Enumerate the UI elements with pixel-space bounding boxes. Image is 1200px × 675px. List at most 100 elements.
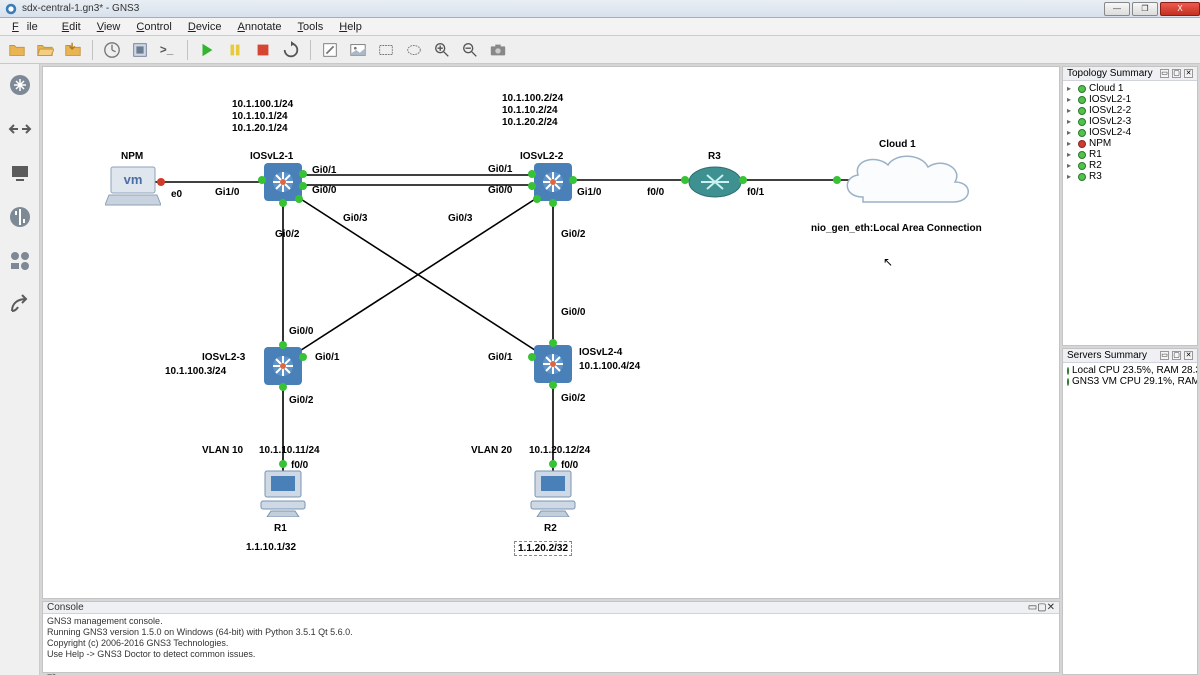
cloud-sublabel: nio_gen_eth:Local Area Connection — [811, 223, 982, 234]
cloud-port-dot — [833, 176, 841, 184]
end-devices-category-button[interactable] — [5, 158, 35, 188]
console-output[interactable]: GNS3 management console. Running GNS3 ve… — [43, 614, 1059, 675]
toolbar: >_ — [0, 36, 1200, 64]
sw4-port-gi01: Gi0/1 — [488, 352, 512, 363]
r2-ip-selected[interactable]: 1.1.20.2/32 — [514, 541, 572, 556]
sw2-gi00-dot — [528, 182, 536, 190]
all-devices-button[interactable] — [5, 246, 35, 276]
menu-control[interactable]: Control — [128, 21, 179, 33]
r2-sub-ip: 10.1.20.12/24 — [529, 445, 590, 456]
sw2-port-gi00: Gi0/0 — [488, 185, 512, 196]
sw1-gi01a-dot — [299, 170, 307, 178]
sw1-gi10-dot — [258, 176, 266, 184]
security-category-button[interactable] — [5, 202, 35, 232]
topology-panel-controls[interactable]: ▭▢✕ — [1160, 69, 1193, 78]
sw3-port-gi01: Gi0/1 — [315, 352, 339, 363]
topology-item[interactable]: ▸R1 — [1065, 149, 1195, 160]
r3-port-f00: f0/0 — [647, 187, 664, 198]
servers-panel-controls[interactable]: ▭▢✕ — [1160, 351, 1193, 360]
servers-list: Local CPU 23.5%, RAM 28.3% GNS3 VM CPU 2… — [1063, 363, 1197, 389]
r1-ip: 1.1.10.1/32 — [246, 542, 296, 553]
routers-category-button[interactable] — [5, 70, 35, 100]
menu-help[interactable]: Help — [331, 21, 370, 33]
r2-node[interactable] — [525, 469, 581, 522]
pause-button[interactable] — [224, 39, 246, 61]
sw3-gi02-dot — [279, 383, 287, 391]
vlan20-label: VLAN 20 — [471, 445, 512, 456]
reload-button[interactable] — [280, 39, 302, 61]
sw1-gi03-dot — [295, 195, 303, 203]
r2-label: R2 — [544, 523, 557, 534]
console-button[interactable]: >_ — [157, 39, 179, 61]
close-button[interactable]: X — [1160, 2, 1200, 16]
menu-annotate[interactable]: Annotate — [230, 21, 290, 33]
save-project-button[interactable] — [62, 39, 84, 61]
topology-canvas[interactable]: NPM vm e0 10.1.100.1/24 10.1.10.1/24 10.… — [42, 66, 1060, 599]
r3-f00-dot — [681, 176, 689, 184]
sw2-port-gi02: Gi0/2 — [561, 229, 585, 240]
minimize-button[interactable]: — — [1104, 2, 1130, 16]
menu-tools[interactable]: Tools — [290, 21, 332, 33]
topology-tree[interactable]: ▸Cloud 1▸IOSvL2-1▸IOSvL2-2▸IOSvL2-3▸IOSv… — [1063, 81, 1197, 184]
sw1-port-gi02: Gi0/2 — [275, 229, 299, 240]
topology-item[interactable]: ▸R3 — [1065, 171, 1195, 182]
r3-f01-dot — [739, 176, 747, 184]
topology-item[interactable]: ▸IOSvL2-2 — [1065, 105, 1195, 116]
servers-summary-title: Servers Summary — [1067, 350, 1147, 361]
r3-port-f01: f0/1 — [747, 187, 764, 198]
npm-node[interactable]: vm — [105, 165, 161, 212]
topology-item[interactable]: ▸Cloud 1 — [1065, 83, 1195, 94]
open-project-button[interactable] — [34, 39, 56, 61]
topology-item[interactable]: ▸IOSvL2-1 — [1065, 94, 1195, 105]
sw3-gi01-dot — [299, 353, 307, 361]
topology-item[interactable]: ▸IOSvL2-4 — [1065, 127, 1195, 138]
sw4-gi00-dot — [549, 339, 557, 347]
sw4-gi02-dot — [549, 381, 557, 389]
switches-category-button[interactable] — [5, 114, 35, 144]
rectangle-button[interactable] — [375, 39, 397, 61]
note-button[interactable] — [319, 39, 341, 61]
add-link-button[interactable] — [5, 290, 35, 320]
sw2-gi03-dot — [533, 195, 541, 203]
console-panel-controls[interactable]: ▭▢✕ — [1028, 602, 1055, 613]
stop-button[interactable] — [252, 39, 274, 61]
titlebar: sdx-central-1.gn3* - GNS3 — ❐ X — [0, 0, 1200, 18]
menu-view[interactable]: View — [89, 21, 129, 33]
sw2-gi02-dot — [549, 199, 557, 207]
sw4-ip: 10.1.100.4/24 — [579, 361, 640, 372]
start-button[interactable] — [196, 39, 218, 61]
ellipse-button[interactable] — [403, 39, 425, 61]
server-local[interactable]: Local CPU 23.5%, RAM 28.3% — [1065, 365, 1195, 376]
npm-e0-status — [157, 178, 165, 186]
menu-edit[interactable]: Edit — [54, 21, 89, 33]
sw2-gi10-dot — [569, 176, 577, 184]
console-panel: Console ▭▢✕ GNS3 management console. Run… — [42, 601, 1060, 673]
snapshot-button[interactable] — [101, 39, 123, 61]
screenshot-button[interactable] — [487, 39, 509, 61]
menu-file[interactable]: File — [4, 21, 54, 33]
cloud-node[interactable] — [833, 147, 983, 222]
sw1-gi00-dot — [299, 182, 307, 190]
sw2-ip-block: 10.1.100.2/24 10.1.10.2/24 10.1.20.2/24 — [502, 93, 563, 129]
r3-node[interactable] — [687, 165, 743, 204]
new-project-button[interactable] — [6, 39, 28, 61]
topology-item[interactable]: ▸IOSvL2-3 — [1065, 116, 1195, 127]
image-button[interactable] — [347, 39, 369, 61]
zoom-out-button[interactable] — [459, 39, 481, 61]
menubar: File Edit View Control Device Annotate T… — [0, 18, 1200, 36]
sw3-ip: 10.1.100.3/24 — [165, 366, 226, 377]
menu-device[interactable]: Device — [180, 21, 230, 33]
server-vm[interactable]: GNS3 VM CPU 29.1%, RAM 6.0% — [1065, 376, 1195, 387]
topology-item[interactable]: ▸R2 — [1065, 160, 1195, 171]
sw2-label: IOSvL2-2 — [520, 151, 563, 162]
topology-item[interactable]: ▸NPM — [1065, 138, 1195, 149]
sw4-port-gi00: Gi0/0 — [561, 307, 585, 318]
sw1-port-gi03: Gi0/3 — [343, 213, 367, 224]
sw3-label: IOSvL2-3 — [202, 352, 245, 363]
maximize-button[interactable]: ❐ — [1132, 2, 1158, 16]
r3-label: R3 — [708, 151, 721, 162]
zoom-in-button[interactable] — [431, 39, 453, 61]
show-labels-button[interactable] — [129, 39, 151, 61]
sw2-gi01-dot — [528, 170, 536, 178]
r1-node[interactable] — [255, 469, 311, 522]
